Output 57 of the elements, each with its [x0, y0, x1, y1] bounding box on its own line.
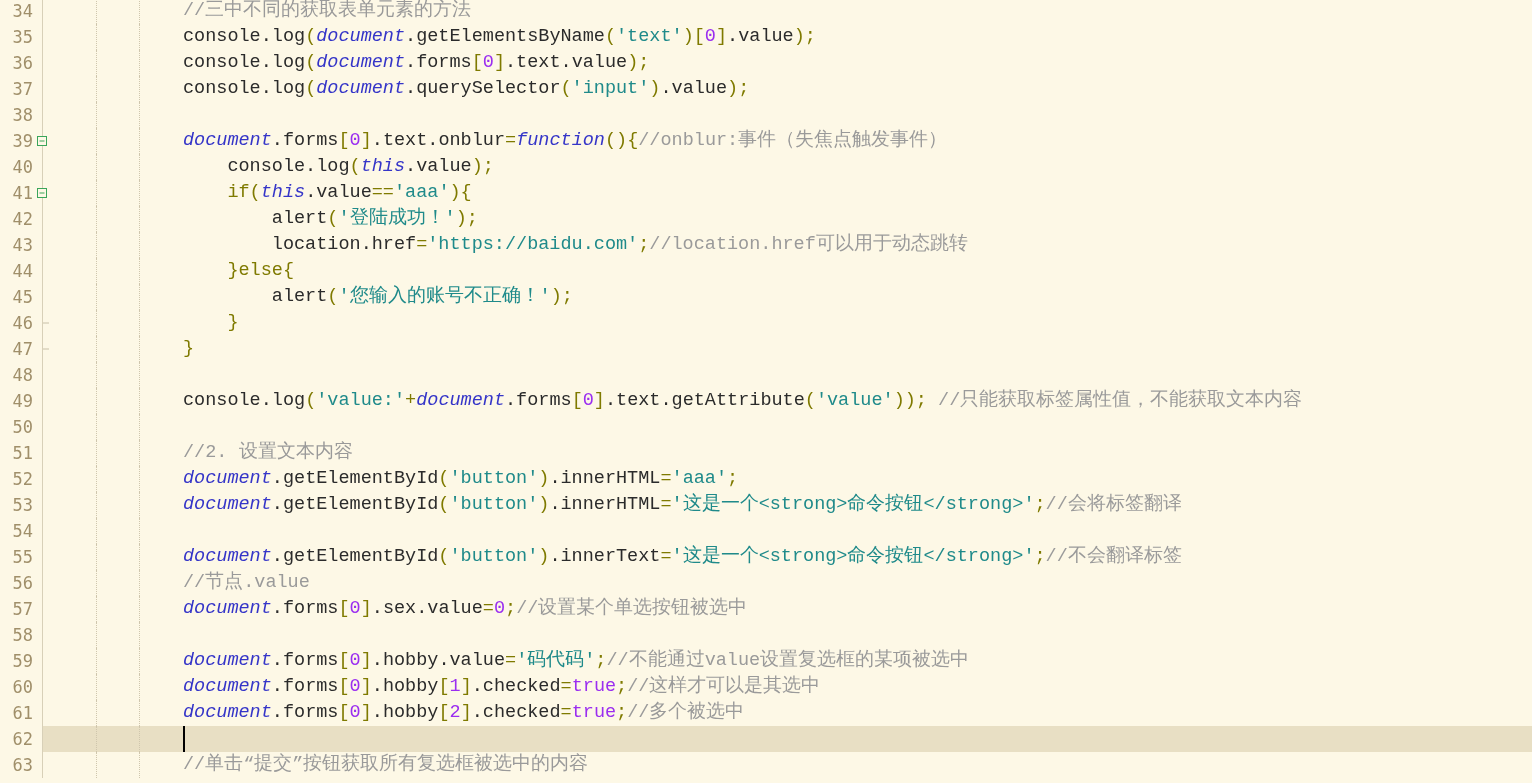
- line-number: 45: [11, 287, 33, 307]
- line-number: 34: [11, 1, 33, 21]
- line-number: 37: [11, 79, 33, 99]
- line-number: 58: [11, 625, 33, 645]
- code-line: //2. 设置文本内容: [183, 440, 353, 465]
- line-number: 57: [11, 599, 33, 619]
- code-line: document.forms[0].sex.value=0;//设置某个单选按钮被选中: [183, 596, 748, 621]
- code-line: }else{: [226, 259, 295, 283]
- line-number: 63: [11, 755, 33, 775]
- line-number: 42: [11, 209, 33, 229]
- line-number: 55: [11, 547, 33, 567]
- code-line: console.log('value:'+document.forms[0].text.getAttribute('value')); //只能获取标签属性值，不能获取文本内容: [183, 388, 1303, 413]
- code-line: alert('您输入的账号不正确！');: [270, 284, 573, 309]
- code-line: document.getElementById('button').innerText='这是一个<strong>命令按钮</strong>';//不会翻译标签: [183, 544, 1182, 569]
- code-line: document.forms[0].hobby.value='码代码';//不能通过value设置复选框的某项被选中: [183, 648, 970, 673]
- code-line: if(this.value=='aaa'){: [226, 181, 472, 205]
- code-line: console.log(document.forms[0].text.value);: [183, 51, 650, 75]
- code-line: document.forms[0].text.onblur=function(){//onblur:事件（失焦点触发事件）: [183, 128, 948, 153]
- code-line: }: [226, 311, 239, 335]
- line-number: 54: [11, 521, 33, 541]
- line-number: 48: [11, 365, 33, 385]
- line-number: 35: [11, 27, 33, 47]
- line-number: 59: [11, 651, 33, 671]
- code-line: //三中不同的获取表单元素的方法: [183, 0, 472, 23]
- code-line: console.log(this.value);: [226, 155, 494, 179]
- code-line: alert('登陆成功！');: [270, 206, 478, 231]
- line-number: 40: [11, 157, 33, 177]
- line-number: 38: [11, 105, 33, 125]
- code-line: document.getElementById('button').innerHTML='这是一个<strong>命令按钮</strong>';//会将标签翻译: [183, 492, 1182, 517]
- code-line: //节点.value: [183, 570, 310, 595]
- code-line: console.log(document.getElementsByName('text')[0].value);: [183, 25, 816, 49]
- line-number: 53: [11, 495, 33, 515]
- code-line: }: [183, 337, 195, 361]
- code-line: location.href='https://baidu.com';//location.href可以用于动态跳转: [270, 232, 968, 257]
- code-line: //单击“提交”按钮获取所有复选框被选中的内容: [183, 752, 589, 777]
- line-number: 43: [11, 235, 33, 255]
- line-number: 46: [11, 313, 33, 333]
- line-number: 44: [11, 261, 33, 281]
- code-line: document.getElementById('button').innerHTML='aaa';: [183, 467, 739, 491]
- line-number: 60: [11, 677, 33, 697]
- text-cursor: [183, 726, 185, 752]
- fold-collapse-icon[interactable]: [37, 188, 47, 198]
- fold-collapse-icon[interactable]: [37, 136, 47, 146]
- line-number: 61: [11, 703, 33, 723]
- code-line: console.log(document.querySelector('input').value);: [183, 77, 750, 101]
- line-number: 50: [11, 417, 33, 437]
- line-number: 62: [11, 729, 33, 749]
- code-line: document.forms[0].hobby[2].checked=true;//多个被选中: [183, 700, 745, 725]
- line-number: 56: [11, 573, 33, 593]
- line-number: 41: [11, 183, 33, 203]
- code-line: document.forms[0].hobby[1].checked=true;//这样才可以是其选中: [183, 674, 821, 699]
- line-number: 51: [11, 443, 33, 463]
- line-number: 39: [11, 131, 33, 151]
- line-number: 52: [11, 469, 33, 489]
- line-number: 36: [11, 53, 33, 73]
- line-number: 47: [11, 339, 33, 359]
- line-number: 49: [11, 391, 33, 411]
